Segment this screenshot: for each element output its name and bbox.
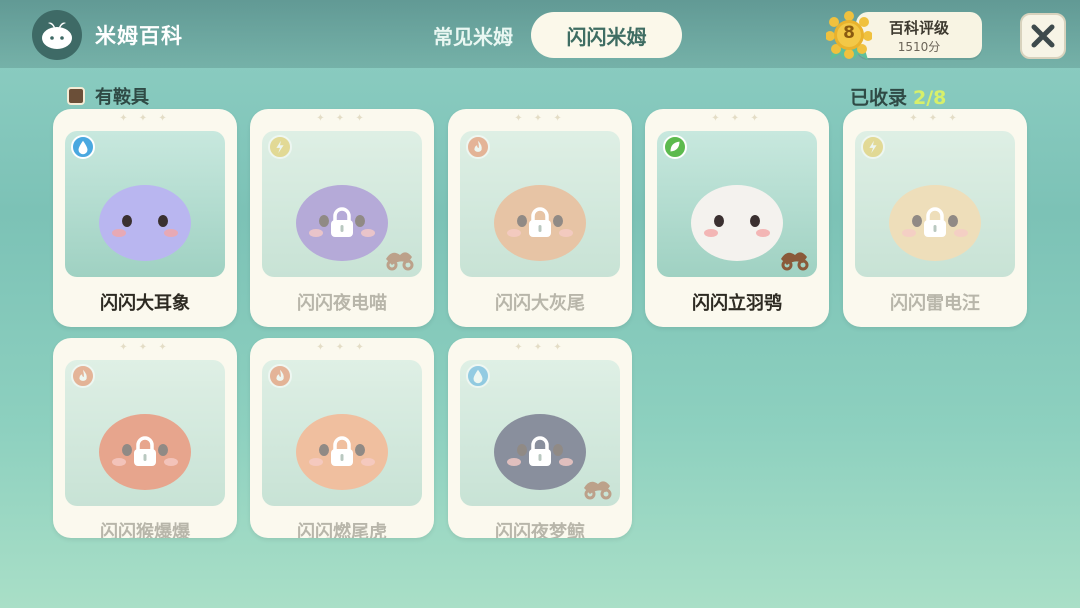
lock-icon [924,207,946,237]
electric-element-icon [861,135,885,159]
rating-level: 8 [843,23,855,43]
mim-card[interactable]: ✦ ✦ ✦ 闪闪大耳象 [53,109,237,327]
collected-counter: 已收录 2/8 [850,83,946,110]
water-element-icon [466,364,490,388]
saddle-filter-checkbox[interactable]: 有鞍具 [67,83,149,109]
mim-name: 闪闪大灰尾 [495,293,585,314]
mim-name: 闪闪夜电喵 [297,293,387,314]
lock-icon [529,436,551,466]
fire-element-icon [268,364,292,388]
lock-icon [331,207,353,237]
mim-name: 闪闪雷电汪 [890,293,980,314]
fire-element-icon [71,364,95,388]
mim-card[interactable]: ✦ ✦ ✦ 闪闪燃尾虎 [250,338,434,538]
lock-icon [134,436,156,466]
grass-element-icon [663,135,687,159]
close-icon [1031,24,1055,48]
card-decoration: ✦ ✦ ✦ [909,113,961,124]
collected-count: 2/8 [913,87,947,109]
saddle-filter-label: 有鞍具 [95,87,149,108]
mim-card[interactable]: ✦ ✦ ✦ 闪闪猴爆爆 [53,338,237,538]
water-element-icon [71,135,95,159]
saddle-icon [584,481,612,500]
page-title: 米姆百科 [95,24,183,48]
mim-card[interactable]: ✦ ✦ ✦ 闪闪立羽鸮 [645,109,829,327]
fire-element-icon [466,135,490,159]
checkbox-icon [67,87,85,105]
card-decoration: ✦ ✦ ✦ [514,113,566,124]
tab-shiny-mim[interactable]: 闪闪米姆 [531,12,682,58]
mim-name: 闪闪燃尾虎 [297,522,387,538]
mim-name: 闪闪大耳象 [100,293,190,314]
mim-creature-image [99,185,191,261]
saddle-icon [386,252,414,271]
mim-name: 闪闪立羽鸮 [692,293,782,314]
rating-score: 1510分 [897,40,941,54]
card-decoration: ✦ ✦ ✦ [316,113,368,124]
rating-panel: 百科评级 1510分 [856,12,982,58]
lock-icon [529,207,551,237]
encyclopedia-rating[interactable]: 百科评级 1510分 8 [826,10,984,62]
saddle-icon [781,252,809,271]
mim-card[interactable]: ✦ ✦ ✦ 闪闪夜梦鲸 [448,338,632,538]
electric-element-icon [268,135,292,159]
close-button[interactable] [1020,13,1066,59]
app-logo-icon [32,10,82,60]
card-decoration: ✦ ✦ ✦ [316,342,368,353]
card-decoration: ✦ ✦ ✦ [119,342,171,353]
mim-card[interactable]: ✦ ✦ ✦ 闪闪雷电汪 [843,109,1027,327]
mim-card[interactable]: ✦ ✦ ✦ 闪闪夜电喵 [250,109,434,327]
collected-label: 已收录 [850,87,908,109]
rating-title: 百科评级 [888,19,949,37]
mim-card[interactable]: ✦ ✦ ✦ 闪闪大灰尾 [448,109,632,327]
card-decoration: ✦ ✦ ✦ [514,342,566,353]
card-decoration: ✦ ✦ ✦ [119,113,171,124]
mim-name: 闪闪猴爆爆 [100,522,190,538]
tab-common-mim[interactable]: 常见米姆 [418,12,528,58]
mim-name: 闪闪夜梦鲸 [495,522,585,538]
lock-icon [331,436,353,466]
card-decoration: ✦ ✦ ✦ [711,113,763,124]
